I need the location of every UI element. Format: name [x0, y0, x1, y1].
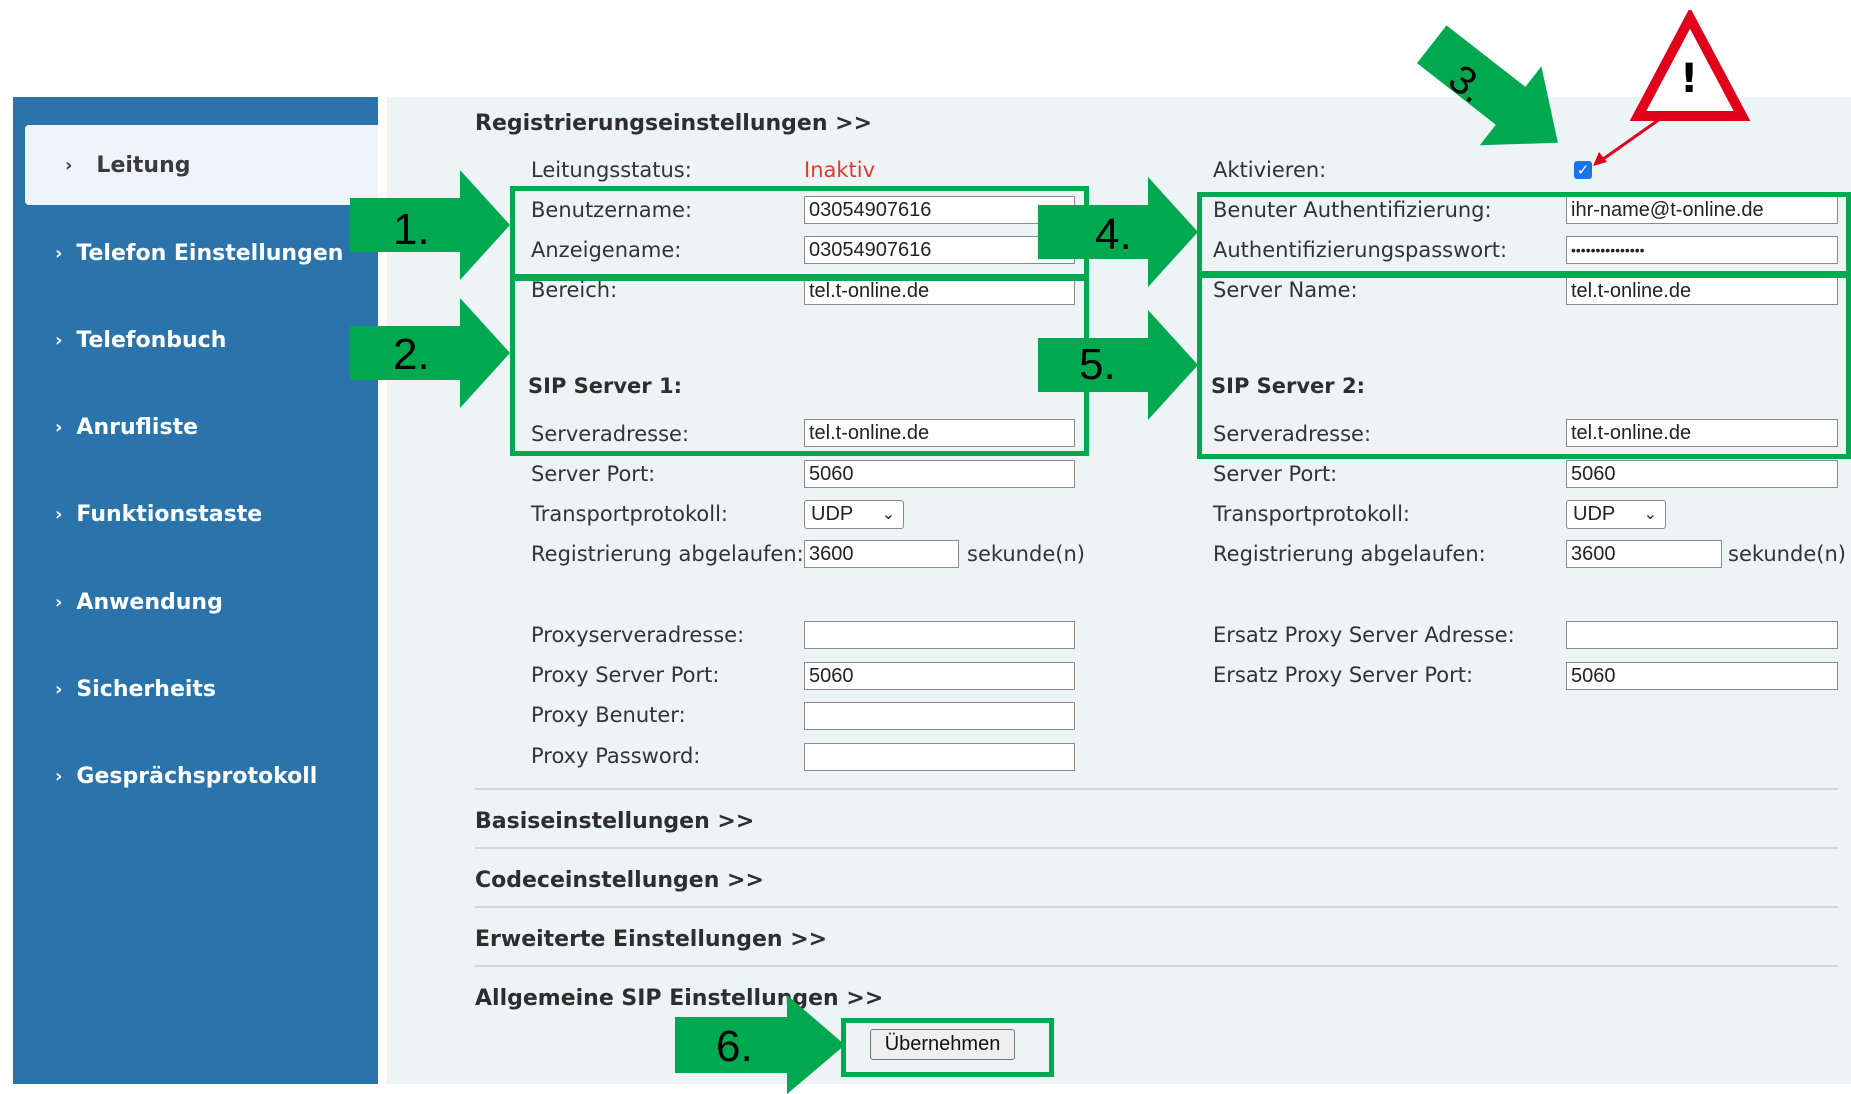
sidebar-item-label: Gesprächsprotokoll — [76, 763, 318, 789]
chevron-right-icon: › — [65, 154, 73, 176]
chevron-right-icon: › — [55, 329, 63, 351]
proxy-password-label: Proxy Password: — [531, 744, 701, 768]
step-label: 4. — [1095, 210, 1132, 259]
section-registration-header[interactable]: Registrierungseinstellungen >> — [475, 111, 872, 136]
backup-proxy-port-label: Ersatz Proxy Server Port: — [1213, 663, 1474, 687]
sidebar: › Leitung › Telefon Einstellungen › Tele… — [13, 97, 378, 1084]
highlight-box-step4 — [1197, 192, 1851, 276]
sidebar-item-anrufliste[interactable]: › Anrufliste — [13, 387, 378, 467]
transport-1-value: UDP — [811, 503, 854, 525]
reg-expiry-1-unit: sekunde(n) — [967, 542, 1085, 566]
transport-2-value: UDP — [1573, 503, 1616, 525]
chevron-right-icon: › — [55, 416, 63, 438]
reg-expiry-1-input[interactable]: 3600 — [804, 540, 959, 568]
sidebar-item-label: Anrufliste — [76, 414, 199, 440]
sidebar-item-telefonbuch[interactable]: › Telefonbuch — [13, 300, 378, 380]
step-label: 5. — [1079, 340, 1116, 389]
sidebar-item-label: Leitung — [96, 152, 191, 178]
reg-expiry-2-unit: sekunde(n) — [1728, 542, 1846, 566]
transport-2-select[interactable]: UDP ⌄ — [1566, 500, 1666, 529]
step-label: 1. — [393, 205, 430, 254]
divider — [475, 906, 1838, 908]
reg-expiry-2-label: Registrierung abgelaufen: — [1213, 542, 1486, 566]
proxy-address-label: Proxyserveradresse: — [531, 623, 745, 647]
chevron-down-icon: ⌄ — [881, 506, 895, 523]
highlight-box-step5 — [1197, 273, 1851, 459]
step-label: 2. — [393, 330, 430, 379]
activate-label: Aktivieren: — [1213, 158, 1327, 182]
section-basic-header[interactable]: Basiseinstellungen >> — [475, 809, 754, 834]
line-status-value: Inaktiv — [804, 158, 876, 182]
reg-expiry-2-input[interactable]: 3600 — [1566, 540, 1722, 568]
line-status-label: Leitungsstatus: — [531, 158, 692, 182]
chevron-right-icon: › — [55, 765, 63, 787]
arrow-down-right-icon — [1417, 25, 1558, 146]
pointer-arrow-icon — [1593, 112, 1668, 166]
sidebar-item-label: Telefon Einstellungen — [76, 240, 344, 266]
transport-1-label: Transportprotokoll: — [531, 502, 728, 526]
sidebar-item-leitung[interactable]: › Leitung — [25, 125, 378, 205]
arrow-right-icon — [350, 298, 510, 408]
chevron-right-icon: › — [55, 503, 63, 525]
sidebar-item-anwendung[interactable]: › Anwendung — [13, 562, 378, 642]
backup-proxy-port-input[interactable]: 5060 — [1566, 662, 1838, 690]
sidebar-item-gespraechsprotokoll[interactable]: › Gesprächsprotokoll — [13, 736, 378, 816]
transport-2-label: Transportprotokoll: — [1213, 502, 1410, 526]
divider — [475, 965, 1838, 967]
transport-1-select[interactable]: UDP ⌄ — [804, 500, 904, 529]
chevron-right-icon: › — [55, 242, 63, 264]
sidebar-item-telefon-einstellungen[interactable]: › Telefon Einstellungen — [13, 213, 378, 293]
sidebar-item-funktionstaste[interactable]: › Funktionstaste — [13, 474, 378, 554]
server-port-1-input[interactable]: 5060 — [804, 460, 1075, 488]
proxy-port-label: Proxy Server Port: — [531, 663, 720, 687]
arrow-right-icon — [675, 995, 845, 1094]
proxy-address-input[interactable] — [804, 621, 1075, 649]
sidebar-item-label: Anwendung — [76, 589, 223, 615]
sidebar-item-label: Funktionstaste — [76, 501, 263, 527]
backup-proxy-address-input[interactable] — [1566, 621, 1838, 649]
sidebar-item-label: Telefonbuch — [76, 327, 227, 353]
proxy-port-input[interactable]: 5060 — [804, 662, 1075, 690]
reg-expiry-1-label: Registrierung abgelaufen: — [531, 542, 804, 566]
highlight-box-step1 — [510, 186, 1089, 279]
highlight-box-step6 — [841, 1018, 1054, 1077]
section-advanced-header[interactable]: Erweiterte Einstellungen >> — [475, 927, 827, 952]
proxy-password-input[interactable] — [804, 743, 1075, 771]
step-label: 6. — [716, 1022, 753, 1071]
divider — [475, 847, 1838, 849]
sidebar-item-label: Sicherheits — [76, 676, 217, 702]
highlight-box-step2 — [510, 276, 1089, 456]
chevron-right-icon: › — [55, 591, 63, 613]
proxy-user-input[interactable] — [804, 702, 1075, 730]
arrow-right-icon — [1038, 310, 1198, 420]
chevron-right-icon: › — [55, 678, 63, 700]
arrow-right-icon — [350, 170, 510, 280]
backup-proxy-address-label: Ersatz Proxy Server Adresse: — [1213, 623, 1515, 647]
server-port-2-label: Server Port: — [1213, 462, 1338, 486]
sidebar-item-sicherheits[interactable]: › Sicherheits — [13, 649, 378, 729]
warning-mark: ! — [1680, 56, 1699, 102]
server-port-2-input[interactable]: 5060 — [1566, 460, 1838, 488]
server-port-1-label: Server Port: — [531, 462, 656, 486]
divider — [475, 788, 1838, 790]
section-codec-header[interactable]: Codeceinstellungen >> — [475, 868, 764, 893]
chevron-down-icon: ⌄ — [1643, 506, 1657, 523]
proxy-user-label: Proxy Benuter: — [531, 703, 686, 727]
